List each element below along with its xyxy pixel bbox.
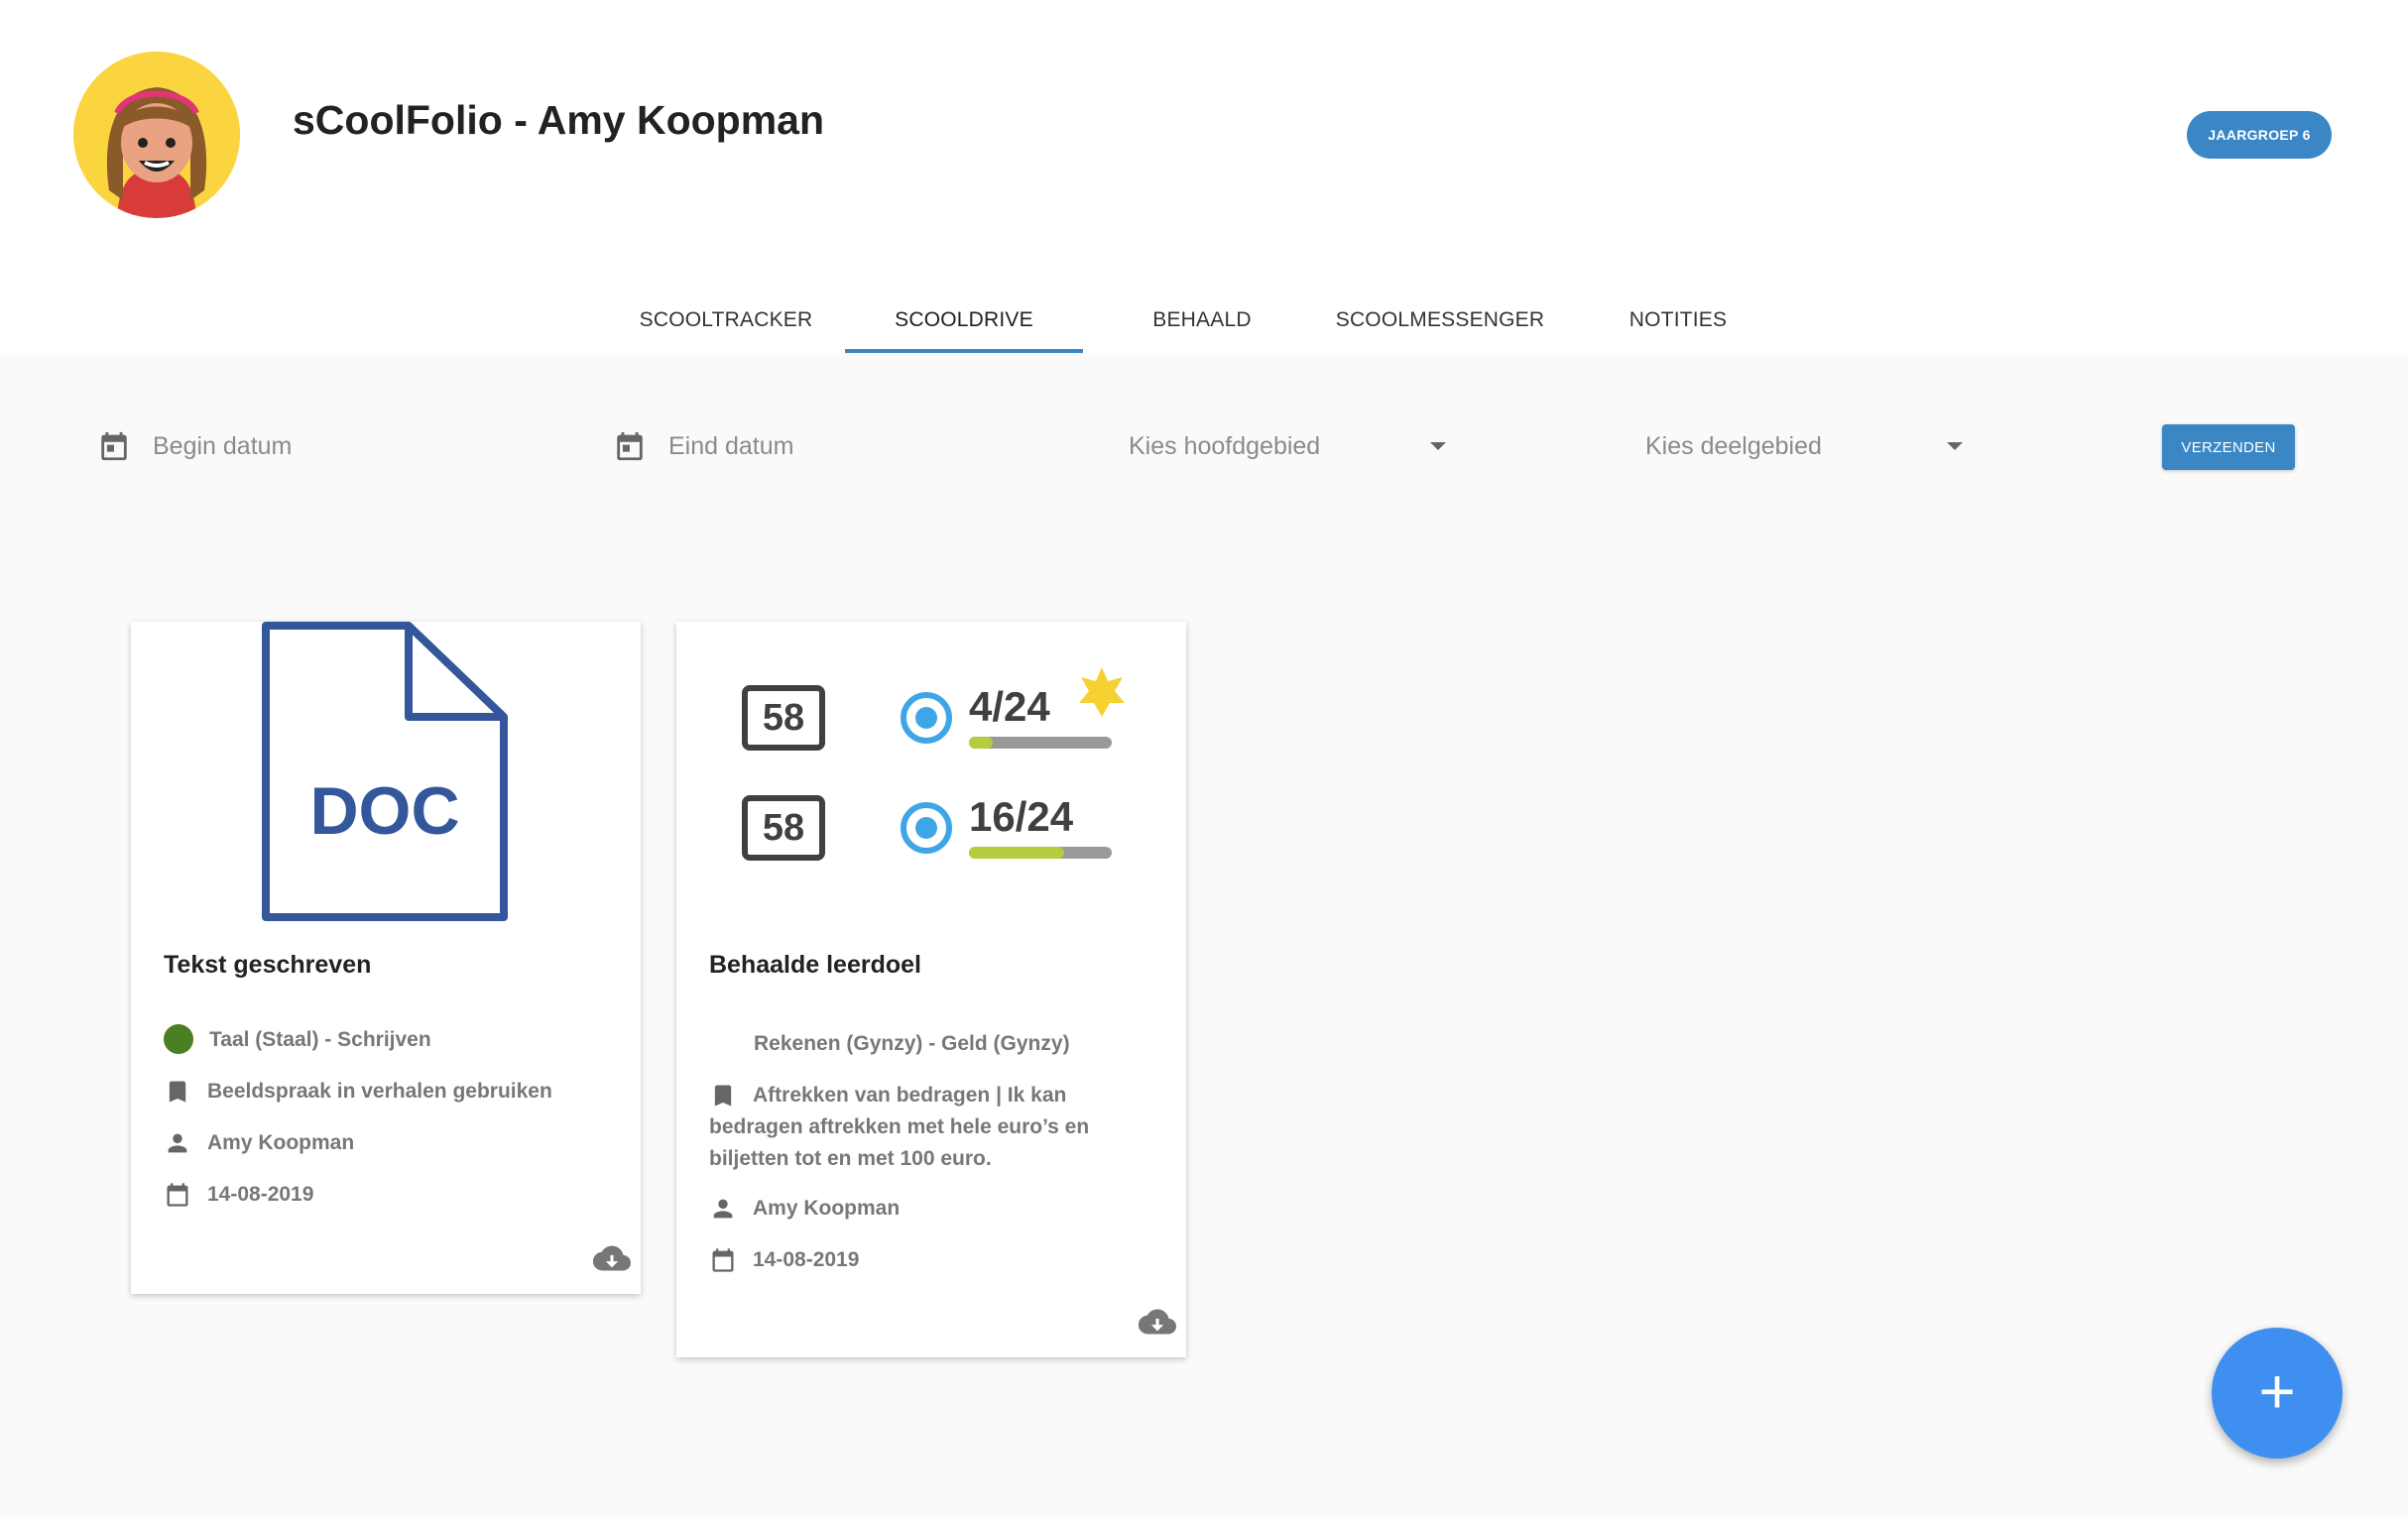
card-subject: Taal (Staal) - Schrijven bbox=[164, 1024, 431, 1056]
cloud-download-icon[interactable] bbox=[593, 1244, 631, 1272]
card-title: Behaalde leerdoel bbox=[709, 951, 921, 979]
drive-card[interactable]: 58 4/24 58 16/24 Behaalde leerdoel Reken… bbox=[676, 622, 1186, 1357]
hoofdgebied-select[interactable]: Kies hoofdgebied bbox=[1129, 416, 1448, 476]
tab-scooltracker[interactable]: SCOOLTRACKER bbox=[607, 288, 845, 353]
begin-date-field[interactable]: Begin datum bbox=[97, 416, 292, 476]
calendar-icon bbox=[712, 1248, 734, 1272]
group-badge[interactable]: JAARGROEP 6 bbox=[2187, 111, 2332, 159]
filter-bar: Begin datum Eind datum Kies hoofdgebied … bbox=[0, 416, 2408, 476]
send-button[interactable]: VERZENDEN bbox=[2162, 424, 2295, 470]
star-icon bbox=[1079, 667, 1125, 717]
calendar-icon bbox=[167, 1183, 188, 1207]
card-goal: Beeldspraak in verhalen gebruiken bbox=[164, 1076, 552, 1108]
card-title: Tekst geschreven bbox=[164, 951, 372, 979]
card-date: 14-08-2019 bbox=[164, 1179, 313, 1211]
person-icon bbox=[713, 1199, 733, 1219]
target-icon bbox=[901, 692, 952, 744]
progress-bar bbox=[969, 737, 1112, 749]
card-person: Amy Koopman bbox=[164, 1127, 354, 1159]
card-subject: Rekenen (Gynzy) - Geld (Gynzy) bbox=[754, 1032, 1070, 1055]
profile-header: sCoolFolio - Amy Koopman JAARGROEP 6 SCO… bbox=[0, 0, 2408, 353]
cloud-download-icon[interactable] bbox=[1139, 1308, 1176, 1336]
end-date-field[interactable]: Eind datum bbox=[613, 416, 793, 476]
deelgebied-select[interactable]: Kies deelgebied bbox=[1645, 416, 1965, 476]
tab-bar: SCOOLTRACKER SCOOLDRIVE BEHAALD SCOOLMES… bbox=[607, 288, 1797, 353]
deelgebied-placeholder: Kies deelgebied bbox=[1645, 431, 1822, 460]
card-date: 14-08-2019 bbox=[709, 1244, 859, 1276]
stat-box: 58 bbox=[742, 795, 825, 861]
progress-text: 16/24 bbox=[969, 793, 1074, 840]
progress-fill bbox=[969, 737, 993, 749]
tab-scoolmessenger[interactable]: SCOOLMESSENGER bbox=[1321, 288, 1559, 353]
doc-label: DOC bbox=[309, 773, 459, 849]
end-date-placeholder: Eind datum bbox=[668, 431, 794, 460]
calendar-icon bbox=[101, 431, 127, 461]
progress-bar bbox=[969, 847, 1112, 859]
person-icon bbox=[168, 1133, 187, 1153]
stat-box: 58 bbox=[742, 685, 825, 751]
target-icon bbox=[901, 802, 952, 854]
bookmark-icon bbox=[714, 1085, 732, 1107]
chevron-down-icon bbox=[1430, 442, 1446, 450]
card-person: Amy Koopman bbox=[709, 1193, 900, 1225]
progress-text: 4/24 bbox=[969, 683, 1050, 730]
add-button[interactable]: + bbox=[2212, 1328, 2343, 1459]
progress-fill bbox=[969, 847, 1064, 859]
subject-color-dot bbox=[164, 1024, 193, 1054]
tab-behaald[interactable]: BEHAALD bbox=[1083, 288, 1321, 353]
doc-file-icon: DOC bbox=[262, 622, 508, 921]
card-goal: Aftrekken van bedragen | Ik kan bedragen… bbox=[709, 1084, 1090, 1170]
tab-notities[interactable]: NOTITIES bbox=[1559, 288, 1797, 353]
student-avatar bbox=[73, 52, 240, 218]
calendar-icon bbox=[617, 431, 643, 461]
chevron-down-icon bbox=[1947, 442, 1963, 450]
hoofdgebied-placeholder: Kies hoofdgebied bbox=[1129, 431, 1321, 460]
drive-card[interactable]: DOC Tekst geschreven Taal (Staal) - Schr… bbox=[131, 622, 641, 1294]
page-title: sCoolFolio - Amy Koopman bbox=[293, 97, 825, 143]
bookmark-icon bbox=[169, 1081, 186, 1103]
tab-scooldrive[interactable]: SCOOLDRIVE bbox=[845, 288, 1083, 353]
plus-icon: + bbox=[2258, 1355, 2296, 1427]
begin-date-placeholder: Begin datum bbox=[153, 431, 293, 460]
